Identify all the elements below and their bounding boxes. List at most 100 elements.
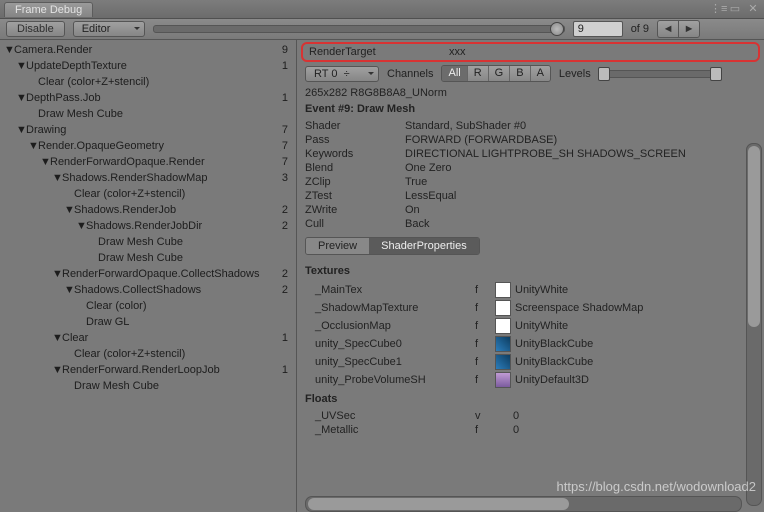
tree-row[interactable]: ▼Render.OpaqueGeometry7: [0, 138, 296, 154]
tree-count: 1: [282, 92, 292, 104]
tree-row[interactable]: Draw Mesh Cube: [0, 106, 296, 122]
channel-a[interactable]: A: [531, 66, 550, 81]
window-tab[interactable]: Frame Debug: [4, 2, 93, 17]
tree-row[interactable]: ▼Clear1: [0, 330, 296, 346]
disclosure-triangle-icon[interactable]: ▼: [64, 284, 74, 296]
channels-label: Channels: [387, 68, 433, 80]
tree-label: Shadows.RenderShadowMap: [62, 172, 208, 184]
disclosure-triangle-icon[interactable]: ▼: [16, 92, 26, 104]
prop-value: Back: [405, 218, 756, 230]
tree-row[interactable]: ▼Camera.Render9: [0, 42, 296, 58]
scrollbar-thumb[interactable]: [308, 498, 569, 510]
options-icon[interactable]: ⋮≡: [710, 2, 724, 16]
tree-row[interactable]: Draw Mesh Cube: [0, 250, 296, 266]
channel-b[interactable]: B: [510, 66, 530, 81]
prop-value: Standard, SubShader #0: [405, 120, 756, 132]
event-title: Event #9: Draw Mesh: [305, 99, 756, 119]
tree-row[interactable]: ▼Shadows.RenderJob2: [0, 202, 296, 218]
tree-row[interactable]: ▼Drawing7: [0, 122, 296, 138]
tree-row[interactable]: Clear (color): [0, 298, 296, 314]
slider-thumb-icon[interactable]: [550, 22, 564, 36]
textures-header: Textures: [305, 261, 756, 281]
horizontal-scrollbar[interactable]: [305, 496, 742, 512]
rt-dropdown[interactable]: RT 0 ÷: [305, 66, 379, 82]
prop-key: Pass: [305, 134, 405, 146]
disclosure-triangle-icon[interactable]: ▼: [16, 60, 26, 72]
tree-row[interactable]: ▼Shadows.CollectShadows2: [0, 282, 296, 298]
disclosure-triangle-icon[interactable]: ▼: [28, 140, 38, 152]
disclosure-triangle-icon[interactable]: ▼: [52, 332, 62, 344]
texture-row[interactable]: unity_SpecCube1fUnityBlackCube: [305, 353, 756, 371]
channel-all[interactable]: All: [442, 66, 467, 81]
texture-icon: [495, 300, 511, 316]
disclosure-triangle-icon[interactable]: ▼: [52, 172, 62, 184]
tree-row[interactable]: ▼Shadows.RenderShadowMap 3: [0, 170, 296, 186]
frame-field[interactable]: 9: [573, 21, 623, 37]
prop-key: Blend: [305, 162, 405, 174]
disclosure-triangle-icon[interactable]: ▼: [52, 364, 62, 376]
tab-preview[interactable]: Preview: [306, 238, 369, 254]
tree-row[interactable]: ▼Shadows.RenderJobDir2: [0, 218, 296, 234]
texture-row[interactable]: unity_SpecCube0f UnityBlackCube: [305, 335, 756, 353]
tree-label: Clear: [62, 332, 88, 344]
disclosure-triangle-icon[interactable]: ▼: [76, 220, 86, 232]
float-row[interactable]: _Metallicf0: [305, 423, 756, 437]
tree-row[interactable]: ▼RenderForwardOpaque.CollectShadows2: [0, 266, 296, 282]
tab-shaderproperties[interactable]: ShaderProperties: [369, 238, 479, 254]
tree-count: 3: [282, 172, 292, 184]
event-tree[interactable]: ▼Camera.Render9▼UpdateDepthTexture1Clear…: [0, 40, 297, 512]
texture-row[interactable]: unity_ProbeVolumeSHfUnityDefault3D: [305, 371, 756, 389]
tree-count: 7: [282, 140, 292, 152]
channel-r[interactable]: R: [468, 66, 489, 81]
render-target-highlight: 9 RenderTarget xxx: [301, 42, 760, 62]
float-value: 0: [513, 410, 519, 422]
disclosure-triangle-icon[interactable]: ▼: [52, 268, 62, 280]
texture-row[interactable]: _OcclusionMapfUnityWhite: [305, 317, 756, 335]
tree-row[interactable]: Clear (color+Z+stencil): [0, 346, 296, 362]
tree-row[interactable]: ▼RenderForwardOpaque.Render7: [0, 154, 296, 170]
prev-button[interactable]: ◄: [657, 20, 678, 38]
tree-label: Shadows.RenderJob: [74, 204, 176, 216]
tree-row[interactable]: Clear (color+Z+stencil): [0, 74, 296, 90]
texture-name: unity_SpecCube0: [305, 338, 475, 350]
texture-value: UnityDefault3D: [515, 374, 589, 386]
texture-value: UnityBlackCube: [515, 338, 593, 350]
disable-button[interactable]: Disable: [6, 21, 65, 37]
minimize-icon[interactable]: ▭: [728, 2, 742, 16]
texture-type: f: [475, 338, 495, 350]
frame-slider[interactable]: [153, 25, 565, 33]
texture-row[interactable]: _ShadowMapTexturefScreenspace ShadowMap: [305, 299, 756, 317]
target-dropdown[interactable]: Editor: [73, 21, 145, 37]
texture-row[interactable]: _MainTexfUnityWhite: [305, 281, 756, 299]
vertical-scrollbar[interactable]: [746, 143, 762, 506]
disclosure-triangle-icon[interactable]: ▼: [40, 156, 50, 168]
scrollbar-thumb[interactable]: [748, 146, 760, 327]
float-type: f: [475, 424, 495, 436]
disclosure-triangle-icon[interactable]: ▼: [4, 44, 14, 56]
levels-label: Levels: [559, 68, 591, 80]
tree-row[interactable]: ▼RenderForward.RenderLoopJob1: [0, 362, 296, 378]
channels-toggle[interactable]: AllRGBA: [441, 65, 550, 82]
texture-type: f: [475, 320, 495, 332]
levels-slider[interactable]: [599, 70, 721, 78]
texture-value: UnityWhite: [515, 284, 568, 296]
next-button[interactable]: ►: [678, 20, 700, 38]
disclosure-triangle-icon[interactable]: ▼: [64, 204, 74, 216]
close-icon[interactable]: ✕: [746, 2, 760, 16]
render-target-dims: 265x282 R8G8B8A8_UNorm: [305, 87, 756, 99]
texture-icon: [495, 282, 511, 298]
texture-icon: [495, 372, 511, 388]
channel-g[interactable]: G: [489, 66, 511, 81]
tree-label: Draw Mesh Cube: [98, 252, 183, 264]
tree-row[interactable]: ▼DepthPass.Job1: [0, 90, 296, 106]
tree-row[interactable]: ▼UpdateDepthTexture1: [0, 58, 296, 74]
texture-value: UnityBlackCube: [515, 356, 593, 368]
float-row[interactable]: _UVSecv0: [305, 409, 756, 423]
disclosure-triangle-icon[interactable]: ▼: [16, 124, 26, 136]
tree-row[interactable]: Draw Mesh Cube: [0, 378, 296, 394]
tree-row[interactable]: Clear (color+Z+stencil): [0, 186, 296, 202]
tree-row[interactable]: Draw Mesh Cube: [0, 234, 296, 250]
tree-row[interactable]: Draw GL: [0, 314, 296, 330]
tree-label: Shadows.CollectShadows: [74, 284, 201, 296]
inspector-tabs[interactable]: Preview ShaderProperties: [305, 237, 480, 255]
